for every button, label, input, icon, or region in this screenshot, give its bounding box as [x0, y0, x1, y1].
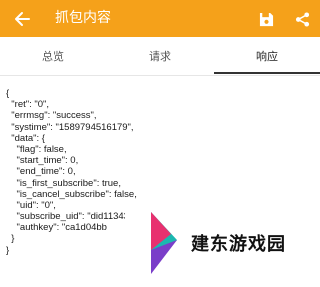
save-button[interactable]	[254, 7, 278, 31]
code-line: "start_time": 0,	[6, 155, 79, 167]
watermark: 建东游戏园	[125, 208, 320, 278]
code-line: {	[6, 88, 10, 99]
code-line: "errmsg": "success",	[6, 110, 97, 122]
save-icon	[259, 12, 273, 26]
watermark-logo-icon	[151, 212, 177, 274]
watermark-text: 建东游戏园	[191, 234, 286, 255]
code-line: "is_cancel_subscribe": false,	[6, 188, 137, 200]
active-tab-indicator	[214, 72, 320, 74]
code-line: "is_first_subscribe": true,	[6, 177, 121, 189]
tab-bar: 总览 请求 响应	[0, 37, 320, 76]
page-title: 抓包内容	[55, 10, 111, 26]
tab-request[interactable]: 请求	[107, 37, 213, 75]
back-button[interactable]	[8, 5, 36, 33]
code-line: "flag": false,	[6, 143, 67, 155]
code-line: "ret": "0",	[6, 99, 50, 111]
share-icon	[295, 11, 309, 27]
share-button[interactable]	[290, 7, 314, 31]
tab-response[interactable]: 响应	[214, 37, 320, 75]
code-line: "end_time": 0,	[6, 166, 76, 178]
app-bar: 抓包内容	[0, 0, 320, 37]
tab-overview[interactable]: 总览	[0, 37, 106, 75]
code-line: "systime": "1589794516179",	[6, 121, 134, 133]
arrow-left-icon	[15, 12, 30, 26]
code-line: "data": {	[6, 132, 45, 144]
